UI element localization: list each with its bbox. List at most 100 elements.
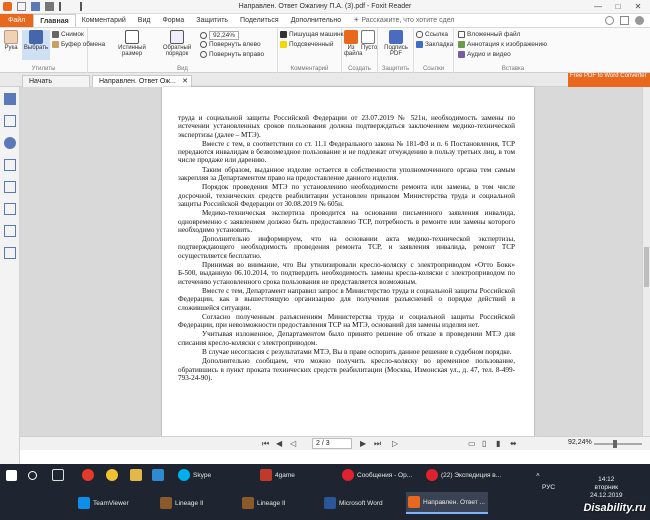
pdf-page[interactable]: труда и социальной защиты Российской Фед… [162,87,534,436]
tab-start[interactable]: Начать [22,75,90,87]
menu-bar: Файл Главная Комментарий Вид Форма Защит… [0,14,650,28]
windows-taskbar: Skype 4game Сообщения - Op... (22) Экспе… [0,464,650,520]
hand-tool-button[interactable]: Рука [3,30,19,51]
zoom-icon [200,32,207,39]
zoom-level[interactable]: 92,24% [568,439,592,446]
fit-width-icon[interactable]: ⬌ [510,439,517,448]
menu-protect[interactable]: Защитить [190,14,234,27]
vertical-scrollbar[interactable] [642,87,650,436]
taskbar-app-store[interactable] [150,464,164,486]
reflow-icon [170,30,184,44]
find-icon[interactable] [620,16,629,25]
search-icon[interactable] [605,16,614,25]
zoom-slider[interactable] [594,443,642,445]
scrollbar-thumb[interactable] [644,247,649,287]
search-taskbar-button[interactable] [26,464,37,486]
tell-me-search[interactable]: ☀ Расскажите, что хотите сдел [353,14,454,27]
menu-home[interactable]: Главная [33,14,76,27]
audio-video-button[interactable]: Аудио и видео [458,51,511,58]
bookmarks-panel-icon[interactable] [4,93,16,105]
menu-view[interactable]: Вид [132,14,157,27]
windows-start-button[interactable] [4,464,17,486]
next-page-icon[interactable]: ▶ [360,439,366,448]
actual-size-button[interactable]: Истинный размер [118,30,146,57]
document-paragraph: Дополнительно сообщаем, что можно получи… [178,357,515,382]
taskbar-app-files[interactable] [128,464,142,486]
properties-panel-icon[interactable] [4,247,16,259]
pages-panel-icon[interactable] [4,115,16,127]
layers-panel-icon[interactable] [4,137,16,149]
comments-panel-icon[interactable] [4,159,16,171]
taskbar-app-skype[interactable]: Skype [176,464,256,486]
sign-pdf-button[interactable]: Подпись PDF [382,30,410,57]
input-language[interactable]: РУС [542,484,555,491]
menu-form[interactable]: Форма [156,14,190,27]
security-panel-icon[interactable] [4,225,16,237]
taskbar-app-yandex[interactable] [80,464,94,486]
page-number-input[interactable]: 2 / 3 [312,438,352,449]
blank-button[interactable]: Пусто [361,30,377,51]
title-bar: Направлен. Ответ Ожагину П.А. (3).pdf - … [0,0,650,14]
actual-size-icon [125,30,139,44]
taskbar-app-chrome[interactable] [104,464,118,486]
promo-banner[interactable]: Free PDF to Word Converter [568,73,650,87]
taskbar-app-opera-expedition[interactable]: (22) Экспедиция в... [424,464,506,486]
bookmark-button[interactable]: Закладка [416,41,453,48]
search-panel-icon[interactable] [4,203,16,215]
attachments-panel-icon[interactable] [4,181,16,193]
menu-comment[interactable]: Комментарий [76,14,132,27]
taskbar-app-word[interactable]: Microsoft Word [322,492,404,514]
reflow-button[interactable]: Обратный порядок [162,30,192,57]
from-file-button[interactable]: Из файла [344,30,362,57]
taskbar-app-lineage-2[interactable]: Lineage II [240,492,320,514]
teamviewer-icon [78,497,90,509]
zoom-combo[interactable]: 92,24% [200,31,240,40]
taskbar-app-opera-messages[interactable]: Сообщения - Op... [340,464,422,486]
menu-file[interactable]: Файл [0,14,34,27]
taskview-button[interactable] [50,464,64,486]
first-page-icon[interactable]: ⏮ [262,439,269,449]
tray-chevron-icon[interactable]: ˄ [536,472,540,479]
tab-document[interactable]: Направлен. Ответ Ож... ✕ [92,75,192,87]
taskbar-app-teamviewer[interactable]: TeamViewer [76,492,156,514]
rotate-right-button[interactable]: Повернуть вправо [200,51,264,58]
last-page-icon[interactable]: ⏭ [374,439,381,449]
document-paragraph: В случае несогласия с результатами МТЭ, … [202,348,512,357]
taskbar-app-foxit[interactable]: Направлен. Ответ ... [406,492,488,514]
single-page-icon[interactable]: ▭ [468,439,476,448]
store-icon [152,469,164,481]
link-button[interactable]: Ссылка [416,31,448,38]
maximize-button[interactable]: □ [608,1,628,13]
next-view-icon[interactable]: ▷ [392,439,398,448]
close-button[interactable]: ✕ [628,1,648,13]
document-workspace: труда и социальной защиты Российской Фед… [20,87,642,436]
4game-icon [260,469,272,481]
prev-view-icon[interactable]: ◁ [290,439,296,448]
image-annotation-button[interactable]: Аннотация к изображению [458,41,547,48]
taskbar-app-4game[interactable]: 4game [258,464,338,486]
menu-extra[interactable]: Дополнительно [285,14,347,27]
document-paragraph: Принимая во внимание, что Вы утилизирова… [178,261,515,286]
typewriter-button[interactable]: Пишущая машинка [280,31,347,38]
continuous-page-icon[interactable]: ▯ [482,439,486,448]
paperclip-icon [458,31,465,38]
rotate-left-button[interactable]: Повернуть влево [200,41,261,48]
signature-icon [389,30,403,44]
taskbar-app-lineage-1[interactable]: Lineage II [158,492,238,514]
document-paragraph: Медико-техническая экспертиза проводится… [178,209,515,234]
snapshot-button[interactable]: Снимок [52,31,84,38]
facing-page-icon[interactable]: ▮ [496,439,500,448]
zoom-slider-knob[interactable] [613,440,617,448]
lineage-icon [242,497,254,509]
settings-icon[interactable] [635,16,644,25]
menu-share[interactable]: Поделиться [234,14,285,27]
opera-icon [342,469,354,481]
attached-file-button[interactable]: Вложенный файл [458,31,520,38]
select-tool-button[interactable]: Выбрать [22,30,50,60]
minimize-button[interactable]: — [588,1,608,13]
yandex-icon [82,469,94,481]
prev-page-icon[interactable]: ◀ [276,439,282,448]
clock[interactable]: 14:12 вторник 24.12.2019 [590,476,623,500]
highlight-button[interactable]: Подсвеченный [280,41,333,48]
left-sidebar [0,87,20,464]
